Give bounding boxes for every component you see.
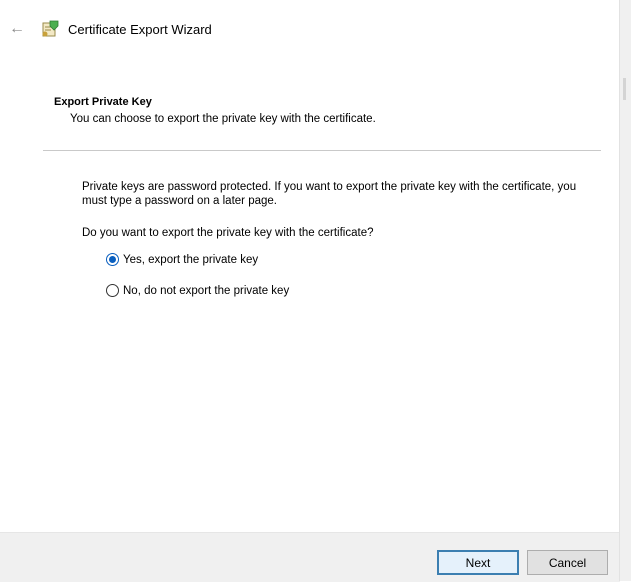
radio-option-no[interactable]: No, do not export the private key [106,284,289,297]
cancel-button[interactable]: Cancel [527,550,608,575]
certificate-icon [42,20,59,37]
radio-button-selected[interactable] [106,253,119,266]
question-text: Do you want to export the private key wi… [82,227,374,239]
window-edge [619,0,631,581]
page-title: Export Private Key [54,96,152,108]
radio-label-yes: Yes, export the private key [123,253,259,266]
radio-button-unselected[interactable] [106,284,119,297]
header-divider [43,150,601,151]
radio-label-no: No, do not export the private key [123,284,290,297]
next-button[interactable]: Next [437,550,519,575]
wizard-window: ← Certificate Export Wizard Export Priva… [0,0,631,582]
description-text: Private keys are password protected. If … [82,181,577,207]
back-button[interactable]: ← [6,18,28,40]
page-subtitle: You can choose to export the private key… [70,113,376,125]
radio-option-yes[interactable]: Yes, export the private key [106,253,258,266]
scroll-indicator [623,78,626,100]
wizard-title: Certificate Export Wizard [68,22,212,37]
wizard-header-bar: ← Certificate Export Wizard [0,0,620,60]
back-arrow-icon: ← [9,20,25,37]
wizard-footer: Next Cancel [0,532,620,582]
